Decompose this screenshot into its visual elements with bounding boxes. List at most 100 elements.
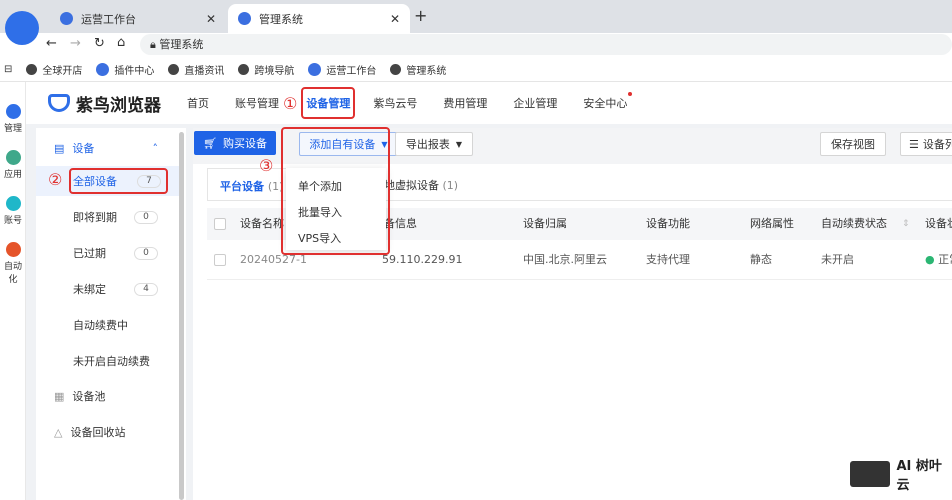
address-text: 管理系统: [159, 38, 204, 51]
select-all-checkbox[interactable]: [214, 218, 226, 230]
sidebar-item-unbound[interactable]: 未绑定 4: [36, 274, 176, 304]
bookmark-label: 管理系统: [406, 65, 447, 77]
annotation-1: ①: [283, 93, 298, 113]
column-settings-button[interactable]: ☰ 设备列: [900, 132, 952, 156]
bookmark[interactable]: 运营工作台: [308, 62, 376, 77]
bookmark[interactable]: 全球开店: [26, 62, 82, 77]
cart-icon: 🛒︎: [203, 136, 217, 150]
status-text: 正常: [938, 253, 952, 266]
lock-icon: 🔒︎: [150, 38, 156, 51]
nav-enterprise[interactable]: 企业管理: [513, 95, 557, 111]
rail-label: 应用: [3, 170, 22, 180]
tab-label: 管理系统: [259, 12, 303, 26]
rail-label: 管理: [3, 124, 22, 134]
buy-device-button[interactable]: 🛒︎ 购买设备: [194, 131, 276, 155]
annotation-2: ②: [48, 170, 63, 189]
apps-icon[interactable]: ⊟: [4, 64, 12, 75]
tab-favicon-icon: [60, 12, 73, 25]
forward-icon[interactable]: →: [70, 36, 81, 51]
apps-icon: [5, 150, 21, 165]
new-tab-button[interactable]: +: [414, 6, 427, 25]
export-report-button[interactable]: 导出报表 ▼: [395, 132, 473, 156]
rail-item-manage[interactable]: 管理: [0, 104, 26, 134]
watermark: AI 树叶云: [850, 455, 952, 493]
rail-item-accounts[interactable]: 账号: [0, 196, 26, 226]
column-header: 自动续费状态: [821, 217, 887, 230]
globe-icon: [390, 63, 402, 75]
count-badge: 0: [134, 210, 158, 224]
item-label: 未开启自动续费: [73, 355, 150, 368]
sidebar-item-expiring[interactable]: 即将到期 0: [36, 202, 176, 232]
globe-icon: [168, 63, 180, 75]
cell-location: 中国.北京.阿里云: [523, 253, 607, 266]
bookmarks-bar: ⊟ 全球开店 插件中心 直播资讯 跨境导航 运营工作台 管理系统: [0, 57, 952, 82]
count-badge: 4: [134, 282, 158, 296]
close-tab-icon[interactable]: ✕: [206, 12, 216, 26]
bookmark-label: 跨境导航: [254, 65, 295, 77]
tab-favicon-icon: [238, 12, 251, 25]
group-label: 设备: [72, 142, 95, 155]
sidebar: ▤ 设备 ˄ 全部设备 7 ② 即将到期 0 已过期 0 未绑定 4 自动续费中 未开启自动…: [36, 128, 186, 500]
save-view-button[interactable]: 保存视图: [820, 132, 886, 156]
item-label: 已过期: [73, 247, 106, 260]
manage-icon: [5, 104, 21, 119]
favicon-icon: [308, 62, 322, 76]
item-label: 自动续费中: [73, 319, 128, 332]
nav-home[interactable]: 首页: [187, 95, 209, 111]
column-header: 设备归属: [523, 217, 567, 230]
address-input[interactable]: 🔒︎ 管理系统: [140, 34, 952, 55]
nav-accounts[interactable]: 账号管理: [235, 95, 279, 111]
watermark-logo: [850, 461, 891, 487]
watermark-text: AI 树叶云: [896, 459, 942, 493]
annotation-box-3: [281, 127, 390, 255]
bookmark[interactable]: 管理系统: [390, 62, 446, 77]
bookmark[interactable]: 直播资讯: [168, 62, 224, 77]
cell-status: ● 正常: [925, 240, 952, 280]
close-tab-icon[interactable]: ✕: [390, 12, 400, 26]
column-header: 网络属性: [750, 217, 794, 230]
sort-icon[interactable]: ⇕: [902, 208, 910, 240]
sidebar-scrollbar[interactable]: [179, 132, 184, 500]
logo-text: 紫鸟浏览器: [76, 95, 161, 116]
reload-icon[interactable]: ↻: [94, 36, 105, 51]
nav-billing[interactable]: 费用管理: [443, 95, 487, 111]
sidebar-group-devices[interactable]: ▤ 设备 ˄: [36, 133, 176, 163]
sidebar-item-no-auto-renew[interactable]: 未开启自动续费: [36, 346, 176, 376]
item-label: 即将到期: [73, 211, 117, 224]
bookmark[interactable]: 跨境导航: [238, 62, 294, 77]
home-icon[interactable]: ⌂: [117, 35, 125, 50]
button-label: 设备列: [922, 138, 952, 151]
back-icon[interactable]: ←: [46, 36, 57, 51]
bookmark-label: 直播资讯: [184, 65, 225, 77]
notification-dot: [628, 92, 633, 96]
top-nav: 紫鸟浏览器 首页 账号管理 ① 设备管理 紫鸟云号 费用管理 企业管理 安全中心: [26, 82, 952, 124]
row-checkbox[interactable]: [214, 254, 226, 266]
browser-tab-active[interactable]: 管理系统 ✕: [228, 4, 410, 33]
tab-label: 运营工作台: [81, 12, 136, 26]
recycle-icon: △: [54, 425, 63, 439]
cell-network: 静态: [750, 253, 772, 266]
sidebar-item-expired[interactable]: 已过期 0: [36, 238, 176, 268]
sidebar-device-pool[interactable]: ▦ 设备池: [36, 381, 176, 411]
bookmark[interactable]: 插件中心: [96, 62, 154, 77]
button-label: 保存视图: [831, 138, 875, 151]
sidebar-recycle-bin[interactable]: △ 设备回收站: [36, 417, 176, 447]
column-header: 设备功能: [646, 217, 690, 230]
annotation-box-2: [69, 168, 168, 194]
item-label: 未绑定: [73, 283, 106, 296]
browser-logo-icon: [5, 11, 39, 45]
account-icon: [5, 196, 21, 211]
list-icon: ☰: [909, 137, 919, 151]
nav-devices[interactable]: 设备管理: [301, 87, 356, 119]
column-header: 设备状态: [925, 217, 952, 230]
browser-tab[interactable]: 运营工作台 ✕: [50, 4, 226, 33]
server-icon: ▤: [54, 141, 65, 155]
nav-cloud[interactable]: 紫鸟云号: [373, 95, 417, 111]
rail-item-apps[interactable]: 应用: [0, 150, 26, 180]
item-label: 设备池: [72, 390, 106, 403]
cell-info: 59.110.229.91: [382, 253, 463, 266]
rail-item-automation[interactable]: 自动化: [0, 242, 26, 285]
address-bar-row: ← → ↻ ⌂ 🔒︎ 管理系统: [0, 33, 952, 57]
sidebar-item-auto-renew[interactable]: 自动续费中: [36, 310, 176, 340]
nav-security[interactable]: 安全中心: [583, 92, 633, 111]
